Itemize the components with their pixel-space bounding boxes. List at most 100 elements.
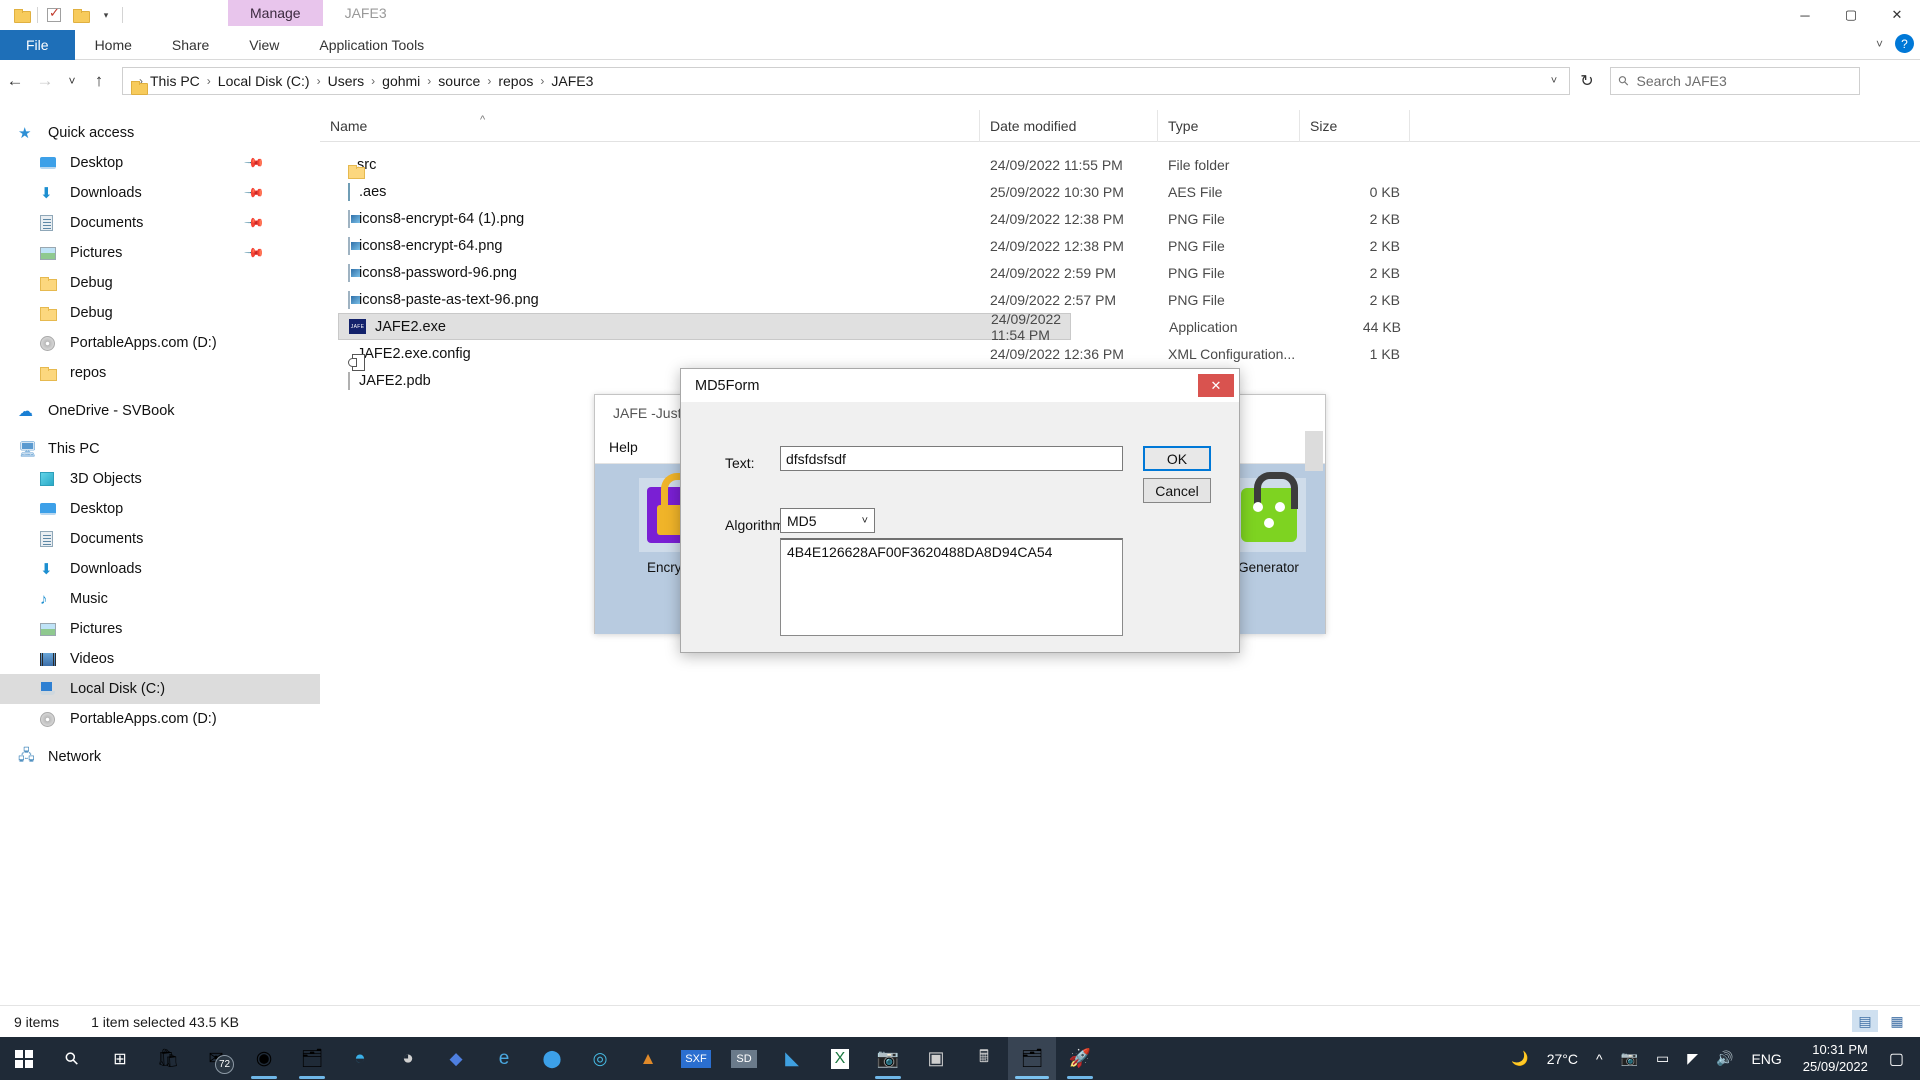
column-header-name[interactable]: Name ^ <box>320 110 980 142</box>
tab-view[interactable]: View <box>229 30 299 60</box>
table-row[interactable]: icons8-encrypt-64.png24/09/2022 12:38 PM… <box>320 232 1920 259</box>
algorithm-select[interactable]: MD5 ˅ <box>780 508 875 533</box>
sidebar-item-desktop[interactable]: Desktop <box>0 494 320 524</box>
table-row[interactable]: .aes25/09/2022 10:30 PMAES File0 KB <box>320 178 1920 205</box>
visual-studio-code-icon[interactable]: ◣ <box>768 1037 816 1080</box>
minimize-button[interactable]: ─ <box>1782 0 1828 30</box>
breadcrumb-item-local-disk[interactable]: Local Disk (C:) <box>213 71 315 91</box>
camera-app-icon[interactable]: 📷 <box>864 1037 912 1080</box>
details-view-icon[interactable]: ▤ <box>1852 1010 1878 1032</box>
file-explorer-active-icon[interactable]: 🗂 <box>1008 1037 1056 1080</box>
breadcrumb-bar[interactable]: › This PC › Local Disk (C:) › Users › go… <box>122 67 1570 95</box>
column-header-size[interactable]: Size <box>1300 110 1410 142</box>
properties-icon[interactable] <box>41 2 67 28</box>
autodesk-icon[interactable]: ▲ <box>624 1037 672 1080</box>
help-icon[interactable]: ? <box>1895 34 1914 53</box>
circular-app-icon[interactable]: ◎ <box>576 1037 624 1080</box>
search-input[interactable]: Search JAFE3 <box>1637 73 1727 89</box>
portableapps-icon[interactable]: ◕ <box>384 1037 432 1080</box>
sidebar-item-this-pc[interactable]: 🖥This PC <box>0 434 320 464</box>
customize-dropdown-icon[interactable]: ▾ <box>93 2 119 28</box>
sidebar-item-pictures[interactable]: Pictures <box>0 614 320 644</box>
sidebar-item-music[interactable]: ♪Music <box>0 584 320 614</box>
battery-icon[interactable]: ▭ <box>1647 1050 1678 1067</box>
sidebar-item-videos[interactable]: Videos <box>0 644 320 674</box>
wifi-icon[interactable]: ◤ <box>1678 1050 1707 1067</box>
search-icon[interactable]: ⚲ <box>48 1037 96 1080</box>
sidebar-item-downloads[interactable]: ⬇Downloads <box>0 554 320 584</box>
mail-icon[interactable]: ✉72 <box>192 1037 240 1080</box>
forward-button[interactable]: → <box>30 66 60 96</box>
table-row[interactable]: icons8-password-96.png24/09/2022 2:59 PM… <box>320 259 1920 286</box>
taskbar[interactable]: ⚲ ⊞ 🛍✉72◉🗂◓◕◆e⬤◎▲SXFSD◣X📷▣🖩🗂🚀 🌙 27°C ^ 📷… <box>0 1037 1920 1080</box>
column-header-type[interactable]: Type <box>1158 110 1300 142</box>
show-hidden-icons-chevron-icon[interactable]: ^ <box>1587 1051 1612 1067</box>
hash-output-textarea[interactable]: 4B4E126628AF00F3620488DA8D94CA54 <box>780 538 1123 636</box>
microsoft-store-icon[interactable]: 🛍 <box>144 1037 192 1080</box>
ok-button[interactable]: OK <box>1143 446 1211 471</box>
sidebar-item-portableapps-com-d[interactable]: PortableApps.com (D:) <box>0 704 320 734</box>
tab-home[interactable]: Home <box>75 30 152 60</box>
folder-icon[interactable] <box>8 2 34 28</box>
breadcrumb-item-source[interactable]: source <box>433 71 485 91</box>
file-explorer-icon[interactable]: 🗂 <box>288 1037 336 1080</box>
tab-application-tools[interactable]: Application Tools <box>299 30 444 60</box>
microsoft-edge-icon[interactable]: ◓ <box>336 1037 384 1080</box>
jafe-scrollbar-thumb[interactable] <box>1305 431 1323 471</box>
table-row[interactable]: src24/09/2022 11:55 PMFile folder <box>320 151 1920 178</box>
windows-start-icon[interactable] <box>0 1037 48 1080</box>
new-folder-icon[interactable] <box>67 2 93 28</box>
up-button[interactable]: ↑ <box>84 66 114 96</box>
large-icons-view-icon[interactable]: ▦ <box>1884 1010 1910 1032</box>
pin-icon[interactable]: 📌 <box>243 152 266 175</box>
sidebar-item-documents[interactable]: Documents <box>0 524 320 554</box>
calculator-icon[interactable]: 🖩 <box>960 1037 1008 1080</box>
text-input[interactable] <box>780 446 1123 471</box>
close-icon[interactable]: ✕ <box>1198 374 1234 397</box>
md5form-dialog[interactable]: MD5Form ✕ Text: OK Cancel Algorithm: MD5… <box>680 368 1240 653</box>
table-row[interactable]: JAFE2.exe.config24/09/2022 12:36 PMXML C… <box>320 340 1920 367</box>
volume-icon[interactable]: 🔊 <box>1707 1050 1742 1067</box>
task-view-icon[interactable]: ⊞ <box>96 1037 144 1080</box>
sidebar-item-repos[interactable]: repos <box>0 358 320 388</box>
tab-share[interactable]: Share <box>152 30 229 60</box>
maximize-button[interactable]: ▢ <box>1828 0 1874 30</box>
microsoft-teams-icon[interactable]: ◆ <box>432 1037 480 1080</box>
cancel-button[interactable]: Cancel <box>1143 478 1211 503</box>
notifications-icon[interactable]: ▢ <box>1880 1049 1920 1069</box>
sidebar-item-downloads[interactable]: ⬇Downloads📌 <box>0 178 320 208</box>
table-row[interactable]: icons8-encrypt-64 (1).png24/09/2022 12:3… <box>320 205 1920 232</box>
camera-tray-icon[interactable]: 📷 <box>1612 1050 1647 1067</box>
back-button[interactable]: ← <box>0 66 30 96</box>
pin-icon[interactable]: 📌 <box>243 212 266 235</box>
google-chrome-icon[interactable]: ◉ <box>240 1037 288 1080</box>
sidebar-item-pictures[interactable]: Pictures📌 <box>0 238 320 268</box>
partly-cloudy-night-icon[interactable]: 🌙 <box>1502 1050 1537 1067</box>
blue-app-icon[interactable]: ⬤ <box>528 1037 576 1080</box>
breadcrumb-item-repos[interactable]: repos <box>493 71 538 91</box>
refresh-button[interactable]: ↻ <box>1570 67 1604 95</box>
clock[interactable]: 10:31 PM 25/09/2022 <box>1791 1042 1880 1075</box>
tab-file[interactable]: File <box>0 30 75 60</box>
sidebar-item-desktop[interactable]: Desktop📌 <box>0 148 320 178</box>
pin-icon[interactable]: 📌 <box>243 182 266 205</box>
breadcrumb-item-users[interactable]: Users <box>323 71 370 91</box>
sidebar-item-debug[interactable]: Debug <box>0 298 320 328</box>
sidebar-item-onedrive-svbook[interactable]: ☁OneDrive - SVBook <box>0 396 320 426</box>
sidebar-item-3d-objects[interactable]: 3D Objects <box>0 464 320 494</box>
chevron-down-icon[interactable]: ˅ <box>1543 75 1565 87</box>
media-app-icon[interactable]: ▣ <box>912 1037 960 1080</box>
sidebar-item-network[interactable]: 🖧Network <box>0 742 320 772</box>
search-box[interactable]: ⚲ Search JAFE3 <box>1610 67 1860 95</box>
table-row[interactable]: JAFEJAFE2.exe24/09/2022 11:54 PMApplicat… <box>338 313 1071 340</box>
sidebar-item-portableapps-com-d[interactable]: PortableApps.com (D:) <box>0 328 320 358</box>
sidebar-item-documents[interactable]: Documents📌 <box>0 208 320 238</box>
chevron-down-icon[interactable]: ˅ <box>1876 37 1883 51</box>
language-indicator[interactable]: ENG <box>1742 1051 1790 1067</box>
microsoft-excel-icon[interactable]: X <box>816 1037 864 1080</box>
internet-explorer-icon[interactable]: e <box>480 1037 528 1080</box>
breadcrumb-item-jafe3[interactable]: JAFE3 <box>546 71 598 91</box>
navigation-pane[interactable]: ★Quick accessDesktop📌⬇Downloads📌Document… <box>0 110 320 1005</box>
breadcrumb-item-gohmi[interactable]: gohmi <box>377 71 425 91</box>
tab-manage[interactable]: Manage <box>228 0 323 26</box>
